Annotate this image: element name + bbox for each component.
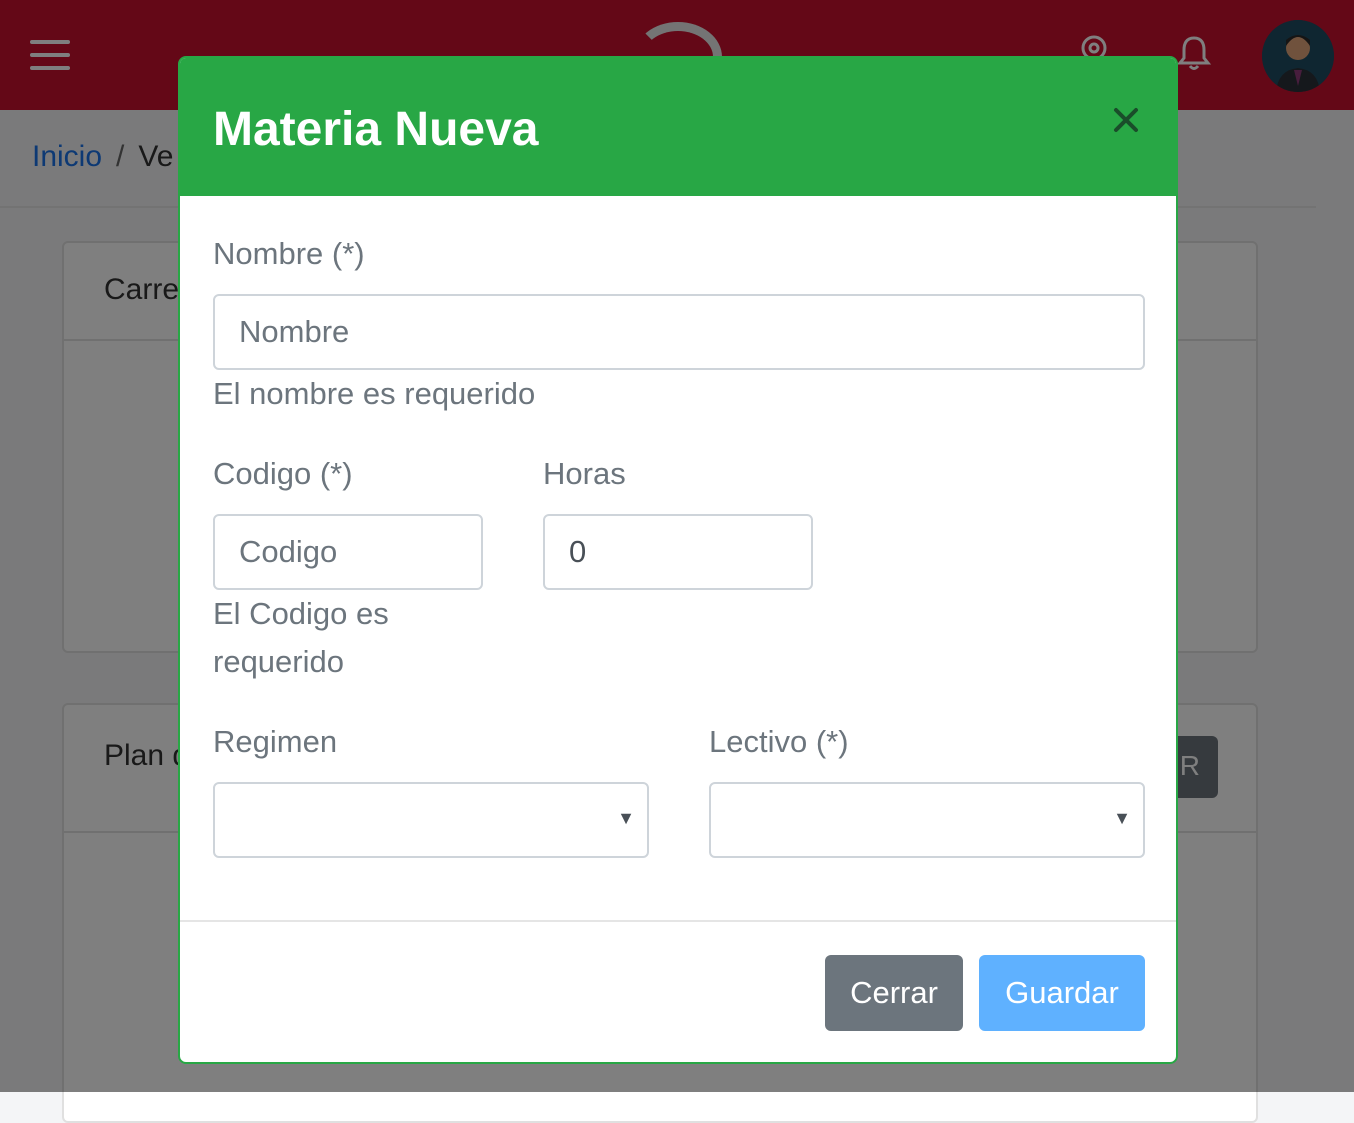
close-icon[interactable] — [1110, 104, 1142, 136]
codigo-error-line-1: El Codigo es — [213, 596, 389, 631]
modal-title: Materia Nueva — [213, 103, 539, 156]
nombre-label: Nombre (*) — [213, 236, 365, 271]
nombre-input[interactable] — [213, 294, 1145, 370]
caret-down-icon: ▼ — [1113, 808, 1131, 828]
lectivo-label: Lectivo (*) — [709, 724, 849, 759]
regimen-label: Regimen — [213, 724, 338, 759]
horas-input[interactable] — [543, 514, 813, 590]
cerrar-button[interactable]: Cerrar — [825, 955, 963, 1031]
codigo-input[interactable] — [213, 514, 483, 590]
materia-nueva-modal: Materia Nueva Nombre (*) El nombre es re… — [178, 56, 1178, 1064]
nombre-error: El nombre es requerido — [213, 376, 536, 411]
horas-label: Horas — [543, 456, 626, 491]
regimen-select[interactable]: ▼ — [213, 782, 649, 858]
codigo-error: El Codigo es requerido — [213, 590, 389, 686]
modal-footer-divider — [180, 920, 1176, 922]
codigo-label: Codigo (*) — [213, 456, 353, 491]
codigo-error-line-2: requerido — [213, 644, 344, 679]
modal-header: Materia Nueva — [180, 58, 1176, 196]
caret-down-icon: ▼ — [617, 808, 635, 828]
lectivo-select[interactable]: ▼ — [709, 782, 1145, 858]
guardar-button[interactable]: Guardar — [979, 955, 1145, 1031]
